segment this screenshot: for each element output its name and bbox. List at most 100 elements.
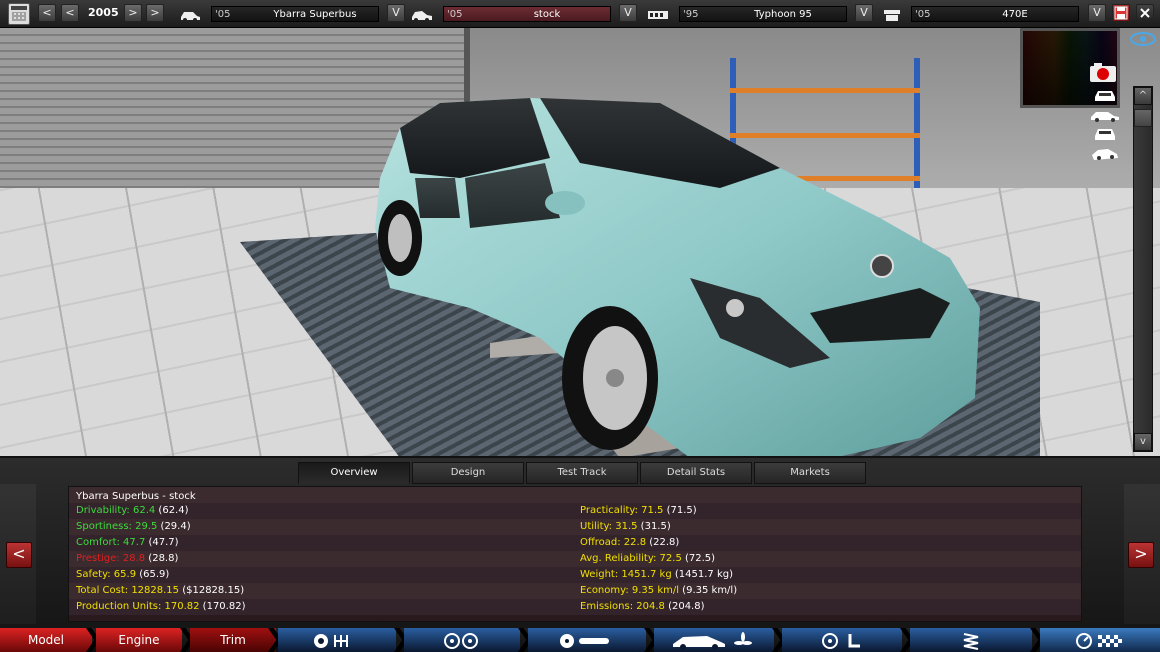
trim-year: '05	[447, 8, 463, 20]
car-angle-view-icon[interactable]	[1090, 146, 1120, 162]
scroll-thumb[interactable]	[1134, 109, 1152, 127]
body-year: '95	[683, 8, 699, 20]
car-body-icon	[673, 631, 752, 650]
tab-test-track[interactable]: Test Track	[526, 462, 638, 484]
model-field[interactable]: '05 Ybarra Superbus	[211, 6, 379, 22]
nav-body[interactable]	[654, 628, 774, 652]
nav-brakes[interactable]	[528, 628, 646, 652]
current-year: 2005	[88, 6, 119, 19]
stat-item: Drivability: 62.4 (62.4)	[76, 505, 189, 516]
car-rear-view-icon[interactable]	[1092, 126, 1118, 142]
engine-field[interactable]: '05 470E	[911, 6, 1079, 22]
stat-item: Avg. Reliability: 72.5 (72.5)	[580, 553, 715, 564]
camera-icon[interactable]	[1084, 62, 1124, 84]
model-year: '05	[215, 8, 231, 20]
tab-design[interactable]: Design	[412, 462, 524, 484]
stat-item: Comfort: 47.7 (47.7)	[76, 537, 179, 548]
stat-value: Production Units: 170.82	[76, 601, 200, 612]
stats-row	[69, 567, 1081, 583]
trim-dropdown-button[interactable]: V	[619, 4, 637, 22]
engine-year: '05	[915, 8, 931, 20]
view-scrollbar[interactable]: ^ v	[1133, 86, 1153, 452]
stat-item: Utility: 31.5 (31.5)	[580, 521, 671, 532]
info-tabs: Overview Design Test Track Detail Stats …	[298, 462, 868, 484]
year-prev-fast-button[interactable]: <	[38, 4, 56, 22]
stat-base-value: (9.35 km/l)	[679, 585, 738, 596]
nav-model[interactable]: Model	[0, 628, 92, 652]
stat-base-value: ($12828.15)	[179, 585, 245, 596]
stat-value: Economy: 9.35 km/l	[580, 585, 679, 596]
stat-item: Sportiness: 29.5 (29.4)	[76, 521, 191, 532]
stat-base-value: (72.5)	[681, 553, 716, 564]
steering-wheel-icon	[822, 632, 860, 649]
nav-suspension[interactable]	[404, 628, 520, 652]
car-side-view-icon[interactable]	[1090, 108, 1120, 122]
car-trim-icon	[412, 11, 432, 22]
stat-base-value: (28.8)	[145, 553, 179, 564]
nav-interior[interactable]	[782, 628, 902, 652]
stat-value: Utility: 31.5	[580, 521, 638, 532]
tab-overview[interactable]: Overview	[298, 462, 410, 484]
nav-trim[interactable]: Trim	[190, 628, 276, 652]
year-prev-button[interactable]: <	[61, 4, 79, 22]
nav-finish[interactable]	[1040, 628, 1160, 652]
stat-value: Safety: 65.9	[76, 569, 137, 580]
car-3d-viewport[interactable]: ^ v	[0, 28, 1160, 456]
car-model-icon	[181, 12, 200, 22]
stats-title-row	[69, 487, 1081, 503]
model-dropdown-button[interactable]: V	[387, 4, 405, 22]
stat-value: Weight: 1451.7 kg	[580, 569, 672, 580]
stat-value: Sportiness: 29.5	[76, 521, 158, 532]
eye-icon[interactable]	[1130, 32, 1156, 46]
stat-value: Comfort: 47.7	[76, 537, 146, 548]
body-dropdown-button[interactable]: V	[855, 4, 873, 22]
nav-engine[interactable]: Engine	[96, 628, 182, 652]
tab-detail-stats[interactable]: Detail Stats	[640, 462, 752, 484]
year-next-button[interactable]: >	[124, 4, 142, 22]
stat-base-value: (71.5)	[663, 505, 697, 516]
stats-row	[69, 551, 1081, 567]
chassis-icon	[648, 11, 668, 19]
stats-row	[69, 519, 1081, 535]
camera-view-list	[1090, 62, 1130, 162]
save-icon[interactable]	[1112, 4, 1130, 22]
stat-item: Practicality: 71.5 (71.5)	[580, 505, 697, 516]
close-icon[interactable]	[1136, 4, 1154, 22]
calendar-icon[interactable]	[8, 3, 30, 25]
body-field[interactable]: '95 Typhoon 95	[679, 6, 847, 22]
stat-item: Economy: 9.35 km/l (9.35 km/l)	[580, 585, 737, 596]
scroll-up-button[interactable]: ^	[1134, 87, 1152, 105]
tab-markets[interactable]: Markets	[754, 462, 866, 484]
nav-tuning[interactable]	[910, 628, 1032, 652]
stats-table: Ybarra Superbus - stock Drivability: 62.…	[68, 486, 1082, 622]
scroll-down-button[interactable]: v	[1134, 433, 1152, 451]
prev-page-button[interactable]: <	[6, 542, 32, 568]
model-name: Ybarra Superbus	[273, 8, 357, 20]
stat-base-value: (29.4)	[157, 521, 191, 532]
wheels-icon	[444, 632, 478, 649]
stat-value: Prestige: 28.8	[76, 553, 146, 564]
engine-dropdown-button[interactable]: V	[1088, 4, 1106, 22]
year-next-fast-button[interactable]: >	[146, 4, 164, 22]
finish-flag-icon	[1076, 632, 1122, 649]
engine-icon	[884, 10, 900, 21]
stat-base-value: (204.8)	[664, 601, 705, 612]
next-page-button[interactable]: >	[1128, 542, 1154, 568]
spring-icon	[963, 632, 979, 650]
body-name: Typhoon 95	[754, 8, 812, 20]
stat-value: Total Cost: 12828.15	[76, 585, 180, 596]
stats-row	[69, 535, 1081, 551]
info-panel: Overview Design Test Track Detail Stats …	[0, 456, 1160, 628]
nav-drivetrain[interactable]	[278, 628, 396, 652]
stat-base-value: (47.7)	[145, 537, 179, 548]
stat-item: Safety: 65.9 (65.9)	[76, 569, 169, 580]
stat-item: Emissions: 204.8 (204.8)	[580, 601, 705, 612]
stat-item: Production Units: 170.82 (170.82)	[76, 601, 245, 612]
stats-row	[69, 503, 1081, 519]
stat-item: Weight: 1451.7 kg (1451.7 kg)	[580, 569, 733, 580]
trim-field[interactable]: '05 stock	[443, 6, 611, 22]
car-model-render[interactable]	[360, 68, 1000, 456]
car-front-view-icon[interactable]	[1092, 87, 1118, 103]
stat-base-value: (65.9)	[136, 569, 170, 580]
stat-value: Emissions: 204.8	[580, 601, 665, 612]
